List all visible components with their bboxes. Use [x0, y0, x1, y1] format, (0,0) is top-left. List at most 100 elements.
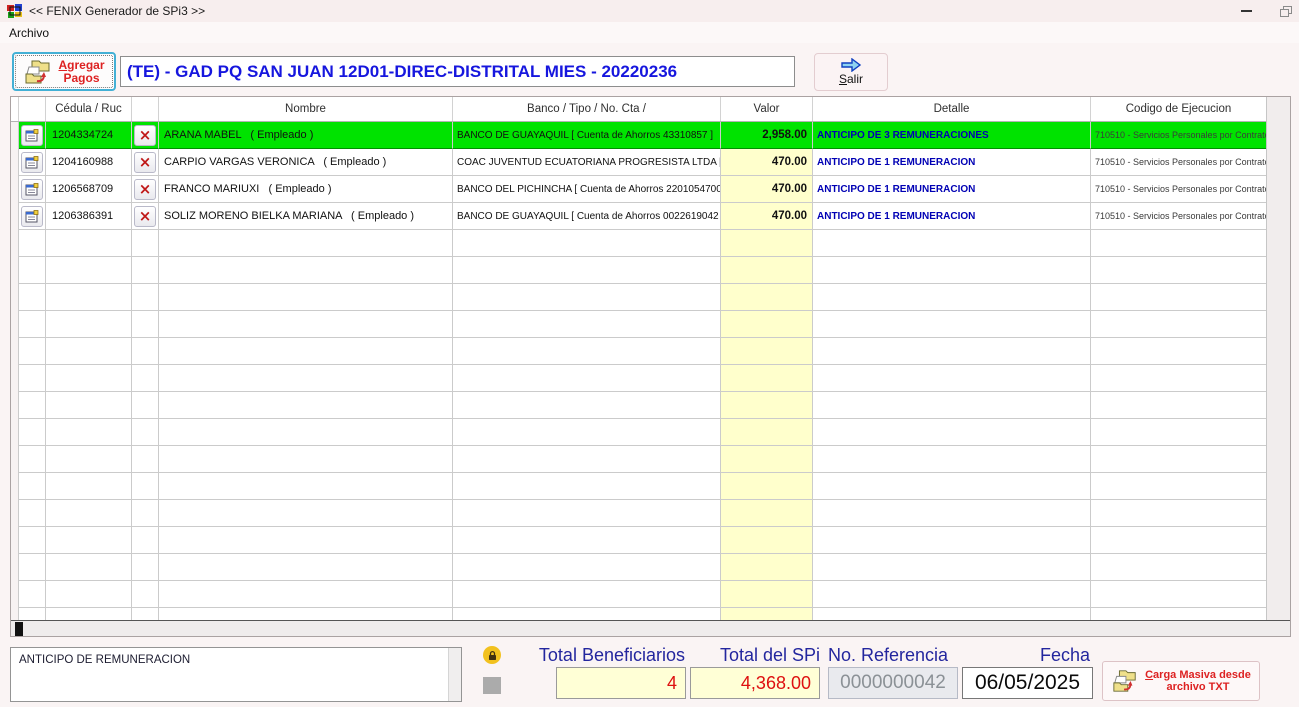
edit-row-button[interactable]: [21, 125, 43, 146]
valor-cell: 470.00: [721, 203, 813, 230]
textarea-scrollbar[interactable]: [448, 648, 461, 701]
empty-cell: [1091, 311, 1267, 338]
empty-cell: [46, 230, 132, 257]
empty-valor-cell: [721, 473, 813, 500]
detalle-cell: ANTICIPO DE 1 REMUNERACION: [813, 149, 1091, 176]
empty-table-row: [11, 311, 1267, 338]
row-edit-cell: [19, 149, 46, 176]
delete-row-button[interactable]: ×: [134, 206, 156, 227]
empty-valor-cell: [721, 230, 813, 257]
row-delete-cell: ×: [132, 176, 159, 203]
empty-cell: [46, 365, 132, 392]
empty-valor-cell: [721, 257, 813, 284]
empty-valor-cell: [721, 419, 813, 446]
grid-body: 1204334724 × ARANA MABEL ( Empleado ) BA…: [11, 122, 1267, 621]
empty-cell: [1091, 419, 1267, 446]
empty-cell: [813, 554, 1091, 581]
no-referencia-label: No. Referencia: [828, 645, 959, 667]
restore-icon: [1280, 6, 1292, 17]
grid-header-row: Cédula / Ruc Nombre Banco / Tipo / No. C…: [11, 97, 1290, 122]
row-gutter: [11, 149, 19, 176]
empty-cell: [1091, 554, 1267, 581]
empty-cell: [813, 365, 1091, 392]
empty-table-row: [11, 473, 1267, 500]
empty-cell: [813, 581, 1091, 608]
detalle-cell: ANTICIPO DE 1 REMUNERACION: [813, 203, 1091, 230]
empty-cell: [159, 338, 453, 365]
row-gutter: [11, 122, 19, 149]
empty-valor-cell: [721, 338, 813, 365]
salir-button[interactable]: Salir: [814, 53, 888, 91]
detalle-textarea[interactable]: ANTICIPO DE REMUNERACION: [10, 647, 462, 702]
folders-icon: [23, 58, 53, 86]
menu-archivo[interactable]: Archivo: [0, 24, 58, 42]
delete-row-button[interactable]: ×: [134, 179, 156, 200]
valor-cell: 2,958.00: [721, 122, 813, 149]
empty-table-row: [11, 284, 1267, 311]
empty-valor-cell: [721, 284, 813, 311]
empty-cell: [453, 392, 721, 419]
row-gutter: [11, 203, 19, 230]
edit-row-button[interactable]: [21, 206, 43, 227]
empty-cell: [159, 365, 453, 392]
edit-form-icon: [25, 156, 39, 169]
entity-field[interactable]: [120, 56, 795, 87]
edit-row-button[interactable]: [21, 179, 43, 200]
empty-cell: [453, 446, 721, 473]
carga-label-line2: archivo TXT: [1167, 681, 1230, 693]
empty-cell: [453, 311, 721, 338]
empty-cell: [1091, 581, 1267, 608]
restore-button[interactable]: [1266, 0, 1299, 22]
empty-cell: [132, 338, 159, 365]
empty-cell: [813, 473, 1091, 500]
empty-table-row: [11, 527, 1267, 554]
empty-cell: [19, 500, 46, 527]
header-codigo: Codigo de Ejecucion: [1091, 97, 1267, 121]
empty-cell: [19, 338, 46, 365]
table-row[interactable]: 1204334724 × ARANA MABEL ( Empleado ) BA…: [11, 122, 1267, 149]
horizontal-scrollbar-thumb[interactable]: [15, 622, 23, 636]
empty-cell: [453, 500, 721, 527]
detalle-text: ANTICIPO DE REMUNERACION: [19, 654, 190, 666]
empty-cell: [19, 311, 46, 338]
nombre-cell: CARPIO VARGAS VERONICA ( Empleado ): [159, 149, 453, 176]
empty-table-row: [11, 419, 1267, 446]
agregar-pagos-button[interactable]: Agregar Pagos: [12, 52, 116, 91]
table-row[interactable]: 1206386391 × SOLIZ MORENO BIELKA MARIANA…: [11, 203, 1267, 230]
empty-valor-cell: [721, 365, 813, 392]
fecha-field[interactable]: [962, 667, 1093, 699]
delete-row-button[interactable]: ×: [134, 125, 156, 146]
horizontal-scrollbar[interactable]: [11, 620, 1290, 636]
empty-cell: [132, 554, 159, 581]
vertical-scrollbar[interactable]: [1266, 97, 1290, 621]
edit-form-icon: [25, 183, 39, 196]
table-row[interactable]: 1204160988 × CARPIO VARGAS VERONICA ( Em…: [11, 149, 1267, 176]
empty-cell: [453, 419, 721, 446]
empty-table-row: [11, 338, 1267, 365]
empty-cell: [132, 392, 159, 419]
agregar-label-line2: Pagos: [63, 71, 99, 85]
empty-cell: [132, 419, 159, 446]
empty-valor-cell: [721, 581, 813, 608]
delete-x-icon: ×: [139, 209, 152, 224]
empty-cell: [453, 365, 721, 392]
empty-cell: [19, 473, 46, 500]
empty-cell: [1091, 365, 1267, 392]
row-gutter: [11, 446, 19, 473]
empty-cell: [132, 230, 159, 257]
banco-cell: BANCO DE GUAYAQUIL [ Cuenta de Ahorros 4…: [453, 122, 721, 149]
row-gutter: [11, 554, 19, 581]
empty-cell: [159, 554, 453, 581]
delete-x-icon: ×: [139, 155, 152, 170]
carga-masiva-button[interactable]: Carga Masiva desde archivo TXT: [1102, 661, 1260, 701]
table-row[interactable]: 1206568709 × FRANCO MARIUXI ( Empleado )…: [11, 176, 1267, 203]
edit-row-button[interactable]: [21, 152, 43, 173]
empty-cell: [46, 392, 132, 419]
empty-cell: [159, 257, 453, 284]
empty-cell: [159, 446, 453, 473]
row-gutter: [11, 581, 19, 608]
delete-row-button[interactable]: ×: [134, 152, 156, 173]
minimize-button[interactable]: [1226, 0, 1266, 22]
delete-x-icon: ×: [139, 182, 152, 197]
empty-cell: [453, 338, 721, 365]
